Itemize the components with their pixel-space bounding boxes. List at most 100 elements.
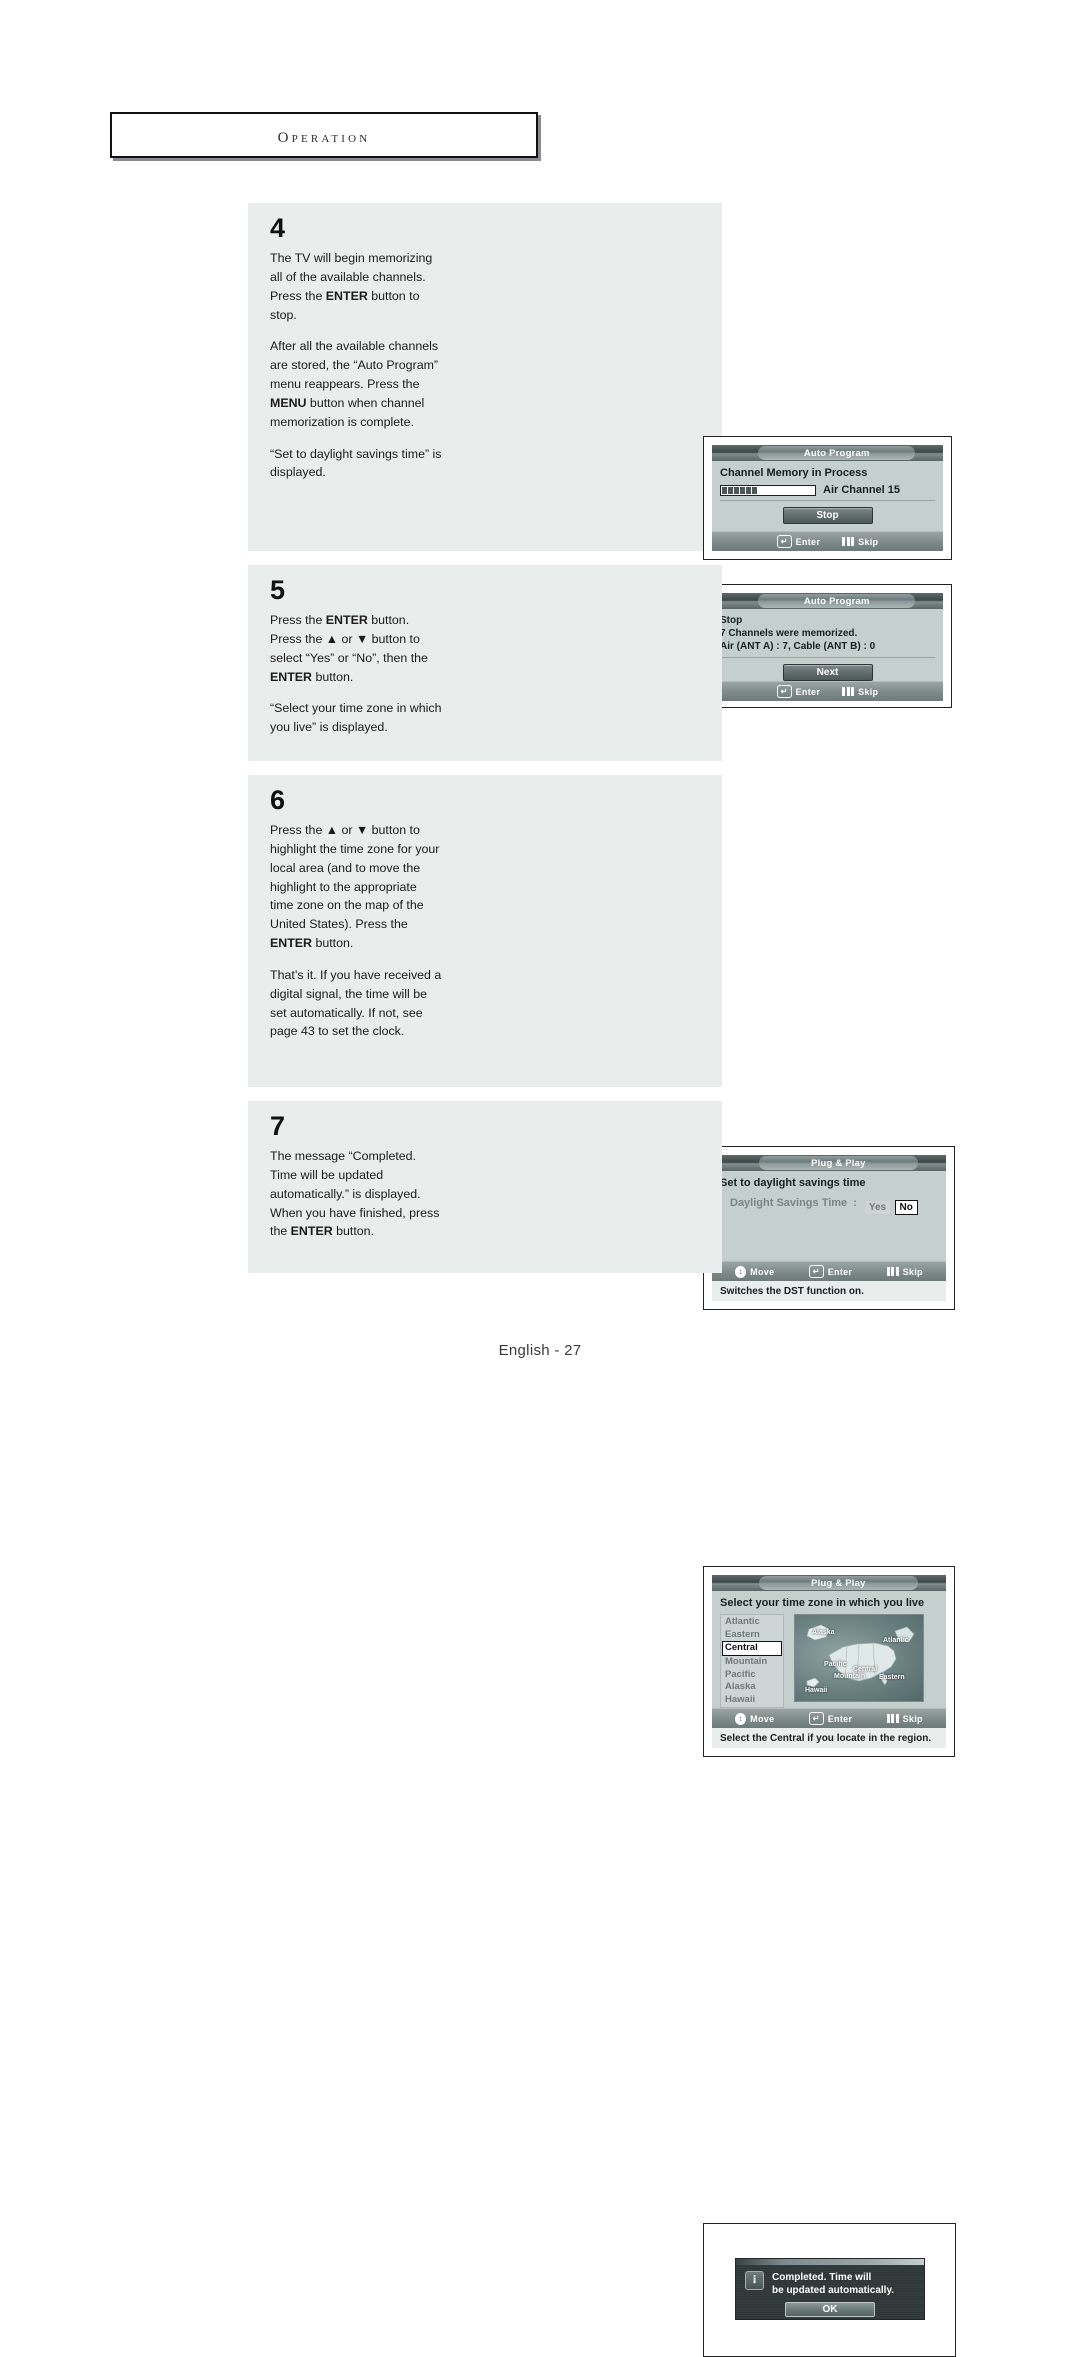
- osd-titlebar: Auto Program: [712, 593, 943, 609]
- step-number-7: 7: [270, 1111, 286, 1141]
- step-6-text-column: 6 Press the ▲ or ▼ button to highlight t…: [270, 787, 442, 1041]
- dialog-message-line-1: Completed. Time will: [772, 2272, 872, 2283]
- dst-option-yes[interactable]: Yes: [864, 1201, 891, 1214]
- ok-button[interactable]: OK: [785, 2302, 875, 2317]
- screenshot-auto-program-result: Auto Program Stop 7 Channels were memori…: [703, 584, 952, 708]
- step-5-paragraph-2: “Select your time zone in which you live…: [270, 701, 442, 735]
- hint-move[interactable]: ↕ Move: [735, 1712, 774, 1725]
- timezone-item-pacific[interactable]: Pacific: [722, 1669, 782, 1682]
- section-header-banner: Operation: [110, 112, 538, 158]
- step-6-paragraph-1: Press the ▲ or ▼ button to highlight the…: [270, 823, 440, 951]
- hint-enter[interactable]: ↵ Enter: [808, 1712, 853, 1726]
- timezone-item-central[interactable]: Central: [722, 1641, 782, 1656]
- move-icon: ↕: [735, 1265, 747, 1278]
- result-line-3: Air (ANT A) : 7, Cable (ANT B) : 0: [720, 640, 876, 652]
- step-number-6: 6: [270, 785, 286, 815]
- timezone-list[interactable]: Atlantic Eastern Central Mountain Pacifi…: [720, 1614, 784, 1709]
- osd-title-pill: Plug & Play: [758, 1156, 918, 1170]
- enter-icon: ↵: [776, 685, 792, 699]
- progress-label: Air Channel 15: [823, 484, 901, 496]
- osd-heading: Set to daylight savings time: [720, 1177, 866, 1189]
- progress-row: Air Channel 15: [720, 484, 935, 496]
- enter-icon: ↵: [808, 1265, 824, 1278]
- step-4-paragraph-2: After all the available channels are sto…: [270, 339, 439, 429]
- screenshot-completed-dialog: i Completed. Time will be updated automa…: [703, 2223, 956, 2357]
- osd-heading: Channel Memory in Process: [720, 467, 868, 479]
- us-timezone-map: Alaska Atlantic Pacific Central Mountain…: [794, 1614, 924, 1702]
- osd-titlebar: Auto Program: [712, 445, 943, 461]
- timezone-item-eastern[interactable]: Eastern: [722, 1629, 782, 1642]
- map-label-mountain: Mountain: [834, 1673, 866, 1680]
- step-number-5: 5: [270, 575, 286, 605]
- hint-skip-label: Skip: [902, 1266, 923, 1277]
- step-4-paragraph-3: “Set to daylight savings time” is displa…: [270, 446, 442, 480]
- step-5-text-column: 5 Press the ENTER button. Press the ▲ or…: [270, 577, 442, 737]
- stop-button[interactable]: Stop: [782, 507, 873, 524]
- progress-bar: [720, 484, 816, 496]
- osd-titlebar: Plug & Play: [712, 1155, 946, 1171]
- hint-skip[interactable]: Skip: [886, 1266, 923, 1277]
- step-5-paragraph-1: Press the ENTER button. Press the ▲ or ▼…: [270, 613, 428, 684]
- osd-hint-bar: ↵ Enter Skip: [712, 531, 943, 551]
- map-label-hawaii: Hawaii: [805, 1687, 828, 1694]
- hint-move[interactable]: ↕ Move: [735, 1265, 774, 1278]
- hint-skip[interactable]: Skip: [842, 687, 878, 697]
- osd-button-row: Stop: [720, 505, 935, 524]
- hint-enter[interactable]: ↵ Enter: [776, 535, 821, 548]
- timezone-item-hawaii[interactable]: Hawaii: [722, 1694, 782, 1707]
- step-4-paragraph-1: The TV will begin memorizing all of the …: [270, 251, 433, 322]
- move-icon: ↕: [735, 1712, 747, 1725]
- osd-title-pill: Plug & Play: [758, 1576, 918, 1590]
- hint-enter-label: Enter: [795, 536, 821, 547]
- result-line-1: Stop: [720, 615, 743, 626]
- result-line-2: 7 Channels were memorized.: [720, 627, 858, 639]
- dialog-button-row: OK: [736, 2299, 924, 2317]
- field-colon: :: [853, 1197, 857, 1209]
- daylight-savings-options[interactable]: Yes No: [864, 1197, 918, 1215]
- hint-enter[interactable]: ↵ Enter: [808, 1265, 853, 1278]
- step-6-paragraph-2: That’s it. If you have received a digita…: [270, 967, 442, 1039]
- timezone-item-mountain[interactable]: Mountain: [722, 1656, 782, 1669]
- daylight-savings-label: Daylight Savings Time: [730, 1197, 848, 1209]
- hint-skip[interactable]: Skip: [842, 537, 878, 547]
- daylight-savings-row: Daylight Savings Time : Yes No: [730, 1197, 938, 1215]
- skip-icon: [842, 687, 855, 697]
- map-label-atlantic: Atlantic: [883, 1637, 909, 1644]
- timezone-item-alaska[interactable]: Alaska: [722, 1681, 782, 1694]
- enter-icon: ↵: [776, 535, 792, 548]
- osd-plug-and-play-timezone: Plug & Play Select your time zone in whi…: [712, 1575, 946, 1749]
- map-label-pacific: Pacific: [824, 1661, 847, 1668]
- osd-caption: Select the Central if you locate in the …: [712, 1728, 946, 1749]
- next-button[interactable]: Next: [782, 664, 873, 682]
- step-panel-4: 4 The TV will begin memorizing all of th…: [248, 203, 952, 708]
- osd-hint-bar: ↕ Move ↵ Enter Skip: [712, 1261, 946, 1281]
- step-7-text-column: 7 The message “Completed. Time will be u…: [270, 1113, 442, 1241]
- skip-icon: [842, 537, 855, 546]
- step-number-4: 4: [270, 213, 286, 243]
- map-label-alaska: Alaska: [812, 1629, 835, 1636]
- osd-title-pill: Auto Program: [758, 594, 916, 608]
- skip-icon: [886, 1714, 899, 1724]
- page-title: Operation: [277, 122, 371, 147]
- screenshot-auto-program-progress: Auto Program Channel Memory in Process A…: [703, 436, 952, 560]
- page-footer: English - 27: [498, 1342, 582, 1359]
- map-label-central: Central: [853, 1666, 878, 1673]
- screenshot-plug-and-play-timezone: Plug & Play Select your time zone in whi…: [703, 1566, 955, 1757]
- dst-option-no[interactable]: No: [894, 1200, 918, 1215]
- hint-enter-label: Enter: [795, 686, 821, 697]
- dialog-message: Completed. Time will be updated automati…: [772, 2271, 894, 2297]
- hint-enter[interactable]: ↵ Enter: [776, 685, 821, 699]
- osd-auto-program-progress: Auto Program Channel Memory in Process A…: [712, 445, 943, 551]
- dialog-body: i Completed. Time will be updated automa…: [736, 2265, 924, 2297]
- timezone-item-atlantic[interactable]: Atlantic: [722, 1616, 782, 1629]
- osd-body: Set to daylight savings time Daylight Sa…: [712, 1171, 946, 1261]
- osd-heading: Select your time zone in which you live: [720, 1597, 925, 1609]
- osd-auto-program-result: Auto Program Stop 7 Channels were memori…: [712, 593, 943, 702]
- timezone-selection-area: Atlantic Eastern Central Mountain Pacifi…: [720, 1614, 938, 1709]
- step-panel-5: 5 Press the ENTER button. Press the ▲ or…: [248, 565, 955, 1310]
- map-label-eastern: Eastern: [879, 1674, 905, 1681]
- osd-body: Select your time zone in which you live …: [712, 1591, 946, 1709]
- hint-skip[interactable]: Skip: [886, 1714, 923, 1724]
- osd-hint-bar: ↕ Move ↵ Enter Skip: [712, 1708, 946, 1729]
- dialog-message-line-2: be updated automatically.: [772, 2285, 895, 2296]
